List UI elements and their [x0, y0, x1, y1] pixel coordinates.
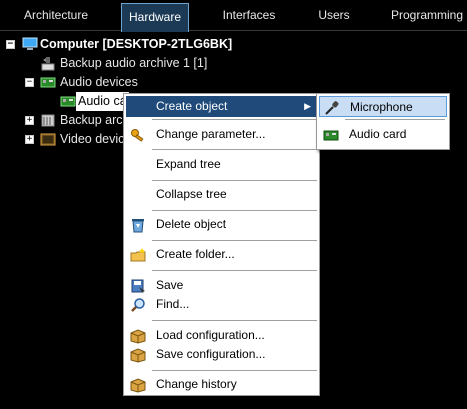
submenu-microphone[interactable]: Microphone — [319, 96, 447, 117]
key-icon — [131, 129, 144, 142]
menu-create-object[interactable]: Create object ▶ — [126, 96, 317, 117]
tree-label-audio-card: Audio ca — [76, 92, 129, 111]
collapse-toggle[interactable]: − — [25, 78, 34, 87]
collapse-toggle[interactable]: − — [6, 40, 15, 49]
menu-divider — [152, 270, 317, 271]
video-devices-icon — [40, 133, 56, 146]
menu-change-history[interactable]: Change history — [126, 374, 317, 395]
microphone-icon — [325, 101, 339, 115]
speaker-archive-icon — [41, 57, 55, 71]
expand-toggle[interactable]: + — [25, 116, 34, 125]
context-menu: Create object ▶ Change parameter... Expa… — [123, 93, 320, 396]
menu-find[interactable]: Find... — [126, 294, 317, 315]
tree-label-backup-archive: Backup arch — [60, 113, 130, 127]
menu-load-configuration[interactable]: Load configuration... — [126, 325, 317, 346]
tree-label-computer: Computer [DESKTOP-2TLG6BK] — [40, 37, 233, 51]
menu-divider — [152, 370, 317, 371]
menu-expand-tree[interactable]: Expand tree — [126, 154, 317, 175]
audio-card-icon — [60, 96, 76, 107]
tree-node-computer[interactable]: − Computer [DESKTOP-2TLG6BK] — [0, 35, 467, 54]
menu-save-configuration[interactable]: Save configuration... — [126, 344, 317, 365]
save-icon — [131, 279, 145, 293]
tree-node-backup-audio[interactable]: Backup audio archive 1 [1] — [0, 54, 467, 73]
menu-divider — [152, 180, 317, 181]
box-icon — [130, 378, 146, 393]
expand-toggle[interactable]: + — [25, 135, 34, 144]
menu-divider — [152, 320, 317, 321]
box-icon — [130, 329, 146, 344]
menu-collapse-tree[interactable]: Collapse tree — [126, 184, 317, 205]
menu-divider — [152, 149, 317, 150]
tree-node-audio-devices[interactable]: − Audio devices — [0, 73, 467, 92]
audio-devices-icon — [40, 77, 56, 88]
tab-programming[interactable]: Programming — [388, 0, 466, 31]
tab-interfaces[interactable]: Interfaces — [212, 0, 286, 31]
menu-divider — [345, 119, 445, 120]
tree-label-audio-devices: Audio devices — [60, 75, 138, 89]
box-icon — [130, 348, 146, 363]
menu-delete-object[interactable]: Delete object — [126, 214, 317, 235]
submenu-audio-card[interactable]: Audio card — [319, 124, 447, 145]
submenu-arrow-icon: ▶ — [304, 101, 311, 111]
menu-save[interactable]: Save — [126, 275, 317, 296]
magnifier-icon — [131, 298, 145, 312]
recycle-bin-icon — [132, 219, 144, 233]
menu-divider — [152, 210, 317, 211]
menu-divider — [152, 119, 317, 120]
menu-change-parameter[interactable]: Change parameter... — [126, 124, 317, 145]
menu-create-folder[interactable]: Create folder... — [126, 244, 317, 265]
audio-card-icon — [323, 130, 339, 141]
tab-architecture[interactable]: Architecture — [4, 0, 108, 31]
archive-icon — [41, 114, 55, 127]
menu-divider — [152, 240, 317, 241]
tab-bar: Architecture Hardware Interfaces Users P… — [0, 0, 467, 32]
new-folder-icon — [130, 248, 146, 262]
tree-label-video-devices: Video device — [60, 132, 132, 146]
create-object-submenu: Microphone Audio card — [316, 93, 450, 150]
computer-icon — [22, 37, 38, 50]
tab-users[interactable]: Users — [306, 0, 362, 31]
tree-label-backup-audio: Backup audio archive 1 [1] — [60, 56, 208, 70]
tab-hardware[interactable]: Hardware — [121, 3, 189, 32]
